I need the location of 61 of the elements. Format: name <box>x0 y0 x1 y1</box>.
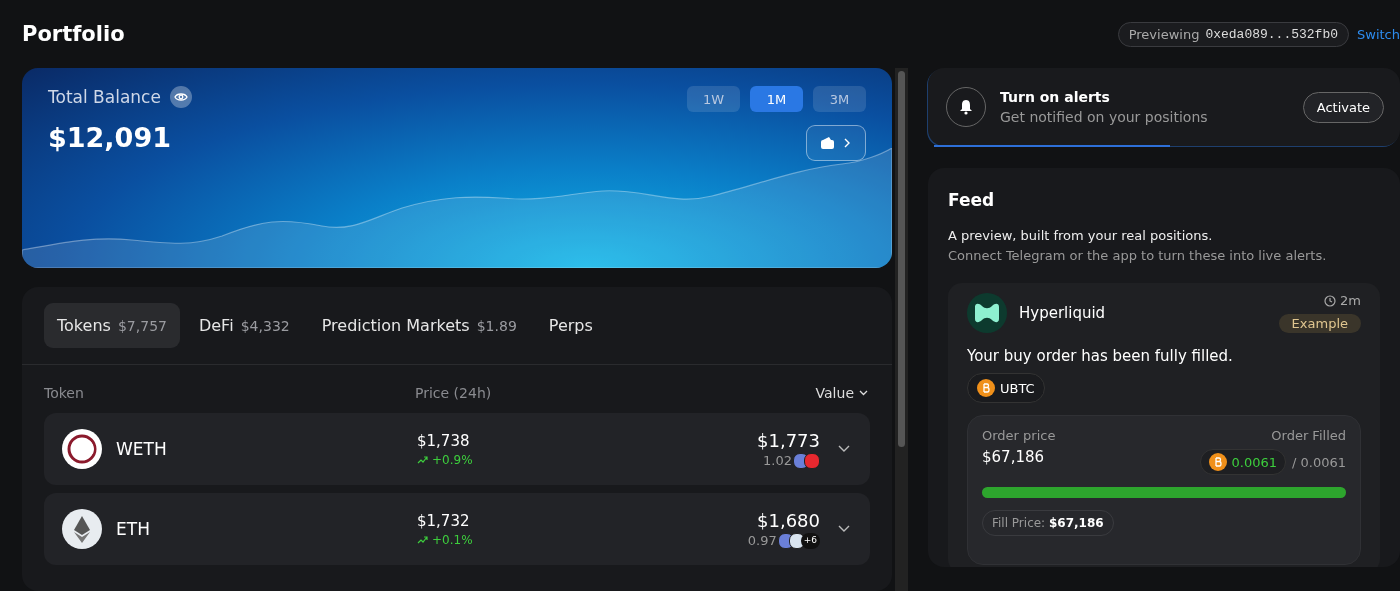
chevron-right-icon <box>843 137 851 149</box>
order-price: $67,186 <box>982 448 1045 466</box>
bitcoin-icon <box>1208 453 1227 471</box>
column-header: Token <box>44 385 85 401</box>
chevron-down-icon <box>838 525 850 533</box>
portfolio-tab[interactable]: DeFi $4,332 <box>185 303 303 348</box>
token-logo-icon <box>62 509 102 549</box>
wallet-address: 0xeda089...532fb0 <box>1205 26 1338 42</box>
wallet-button[interactable] <box>806 125 866 161</box>
token-quantity: 1.02 <box>763 453 792 468</box>
portfolio-tab[interactable]: Prediction Markets $1.89 <box>308 303 530 348</box>
asset-chip: UBTC <box>967 373 1045 403</box>
portfolio-tab[interactable]: Tokens $7,757 <box>44 303 180 348</box>
source-name: Hyperliquid <box>1019 304 1106 322</box>
chevron-down-icon <box>838 445 850 453</box>
price-change: +0.9% <box>417 452 757 467</box>
portfolio-tab[interactable]: Perps <box>535 303 606 348</box>
page-title: Portfolio <box>22 22 125 46</box>
example-badge: Example <box>1278 314 1361 333</box>
time-ago: 2m <box>1324 293 1361 308</box>
feed-intro: A preview, built from your real positions. <box>948 228 1214 243</box>
bell-icon <box>959 99 973 115</box>
sort-dropdown[interactable]: Value <box>815 385 868 401</box>
clock-icon <box>1324 294 1337 307</box>
token-row[interactable]: WETH $1,738 +0.9% $1,773 1.02 <box>44 413 870 485</box>
chevron-down-icon <box>859 390 868 396</box>
token-price: $1,732 <box>417 511 471 530</box>
filled-amount-chip: 0.0061 <box>1199 449 1286 475</box>
trend-up-icon <box>417 455 428 464</box>
trend-up-icon <box>417 535 428 544</box>
token-logo-icon <box>62 429 102 469</box>
alert-subtitle: Get notified on your positions <box>1000 109 1209 125</box>
token-price: $1,738 <box>417 431 471 450</box>
token-value: $1,773 <box>757 429 820 451</box>
range-button[interactable]: 1M <box>750 86 803 112</box>
feed-hint: Connect Telegram or the app to turn these into live alerts. <box>948 248 1328 263</box>
order-total: / 0.0061 <box>1292 454 1346 470</box>
source-logo-icon <box>967 293 1007 333</box>
alert-message: Your buy order has been fully filled. <box>967 347 1234 365</box>
eye-icon <box>173 92 188 102</box>
balance-amount: $12,091 <box>48 122 172 153</box>
balance-label: Total Balance <box>48 87 161 107</box>
previewing-label: Previewing <box>1128 26 1200 42</box>
price-change: +0.1% <box>417 532 748 547</box>
wallet-icon <box>821 137 835 149</box>
order-price-label: Order price <box>982 428 1056 443</box>
token-name: WETH <box>116 439 167 459</box>
switch-link[interactable]: Switch <box>1357 26 1400 42</box>
visibility-toggle[interactable] <box>169 86 192 108</box>
token-row[interactable]: ETH $1,732 +0.1% $1,680 0.97 +6 <box>44 493 870 565</box>
range-button[interactable]: 3M <box>813 86 866 112</box>
bitcoin-icon <box>977 379 995 397</box>
more-chains-badge: +6 <box>800 532 820 549</box>
token-value: $1,680 <box>757 509 820 531</box>
alert-title: Turn on alerts <box>1000 89 1111 105</box>
order-filled-label: Order Filled <box>1271 428 1346 443</box>
activate-button[interactable]: Activate <box>1302 91 1384 123</box>
token-name: ETH <box>116 519 150 539</box>
column-header: Price (24h) <box>415 385 493 401</box>
token-quantity: 0.97 <box>747 533 777 548</box>
feed-title: Feed <box>948 190 996 210</box>
